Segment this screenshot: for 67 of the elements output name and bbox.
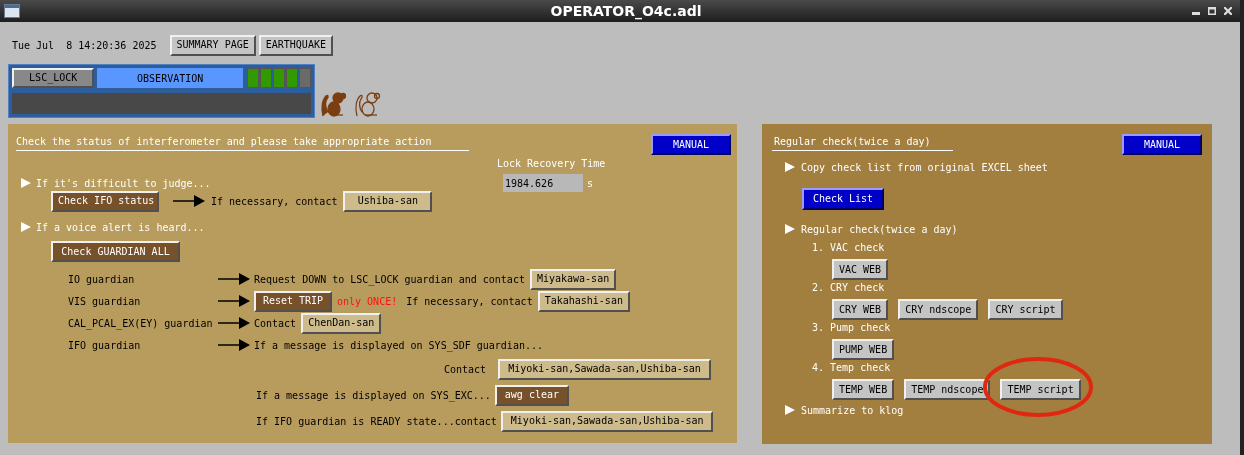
check-button[interactable]: TEMP script [1000,379,1081,401]
check-button[interactable]: CRY WEB [832,299,889,321]
instruction-text: If a message is displayed on SYS_EXC... [256,388,491,403]
guardian-label: IO guardian [68,272,136,287]
warning-text: only ONCE! [337,294,398,309]
window-menu-icon[interactable] [4,4,20,18]
triangle-bullet-icon [20,221,32,233]
instruction-text: Contact [254,316,297,331]
check-list-button[interactable]: Check List [802,188,884,210]
contact-button[interactable]: Takahashi-san [537,290,630,312]
guardian-label: CAL_PCAL_EX(EY) guardian [68,316,214,331]
check-button[interactable]: CRY script [988,299,1063,321]
contact-button[interactable]: Miyoki-san,Sawada-san,Ushiba-san [500,410,714,432]
step-text: If a voice alert is heard... [36,220,205,235]
check-button[interactable]: TEMP WEB [832,379,895,401]
unit-label: s [587,176,594,191]
step-text: If it's difficult to judge... [36,176,211,191]
triangle-bullet-icon [784,161,796,173]
reset-trip-button[interactable]: Reset TRIP [254,290,332,312]
state-display: OBSERVATION [97,68,243,88]
step-text: Copy check list from original EXCEL sheet [801,160,1048,175]
manual-button[interactable]: MANUAL [1122,134,1202,155]
check-button[interactable]: CRY ndscope [898,299,979,321]
check-label: 4. Temp check [812,361,892,375]
check-button[interactable]: PUMP WEB [832,339,895,361]
panel-title: Regular check(twice a day) [772,134,953,151]
maximize-icon[interactable] [1208,7,1216,15]
check-label: 3. Pump check [812,321,892,335]
arrow-icon [218,294,250,308]
nav-button[interactable]: SUMMARY PAGE [169,34,256,56]
triangle-bullet-icon [784,404,796,416]
arrow-icon [173,194,205,208]
contact-button[interactable]: Ushiba-san [343,190,433,212]
instruction-text: Contact [444,362,487,377]
contact-button[interactable]: Miyakawa-san [529,268,617,290]
triangle-bullet-icon [784,223,796,235]
guardian-label: IFO guardian [68,338,142,353]
instruction-text: If a message is displayed on SYS_SDF guardian... [254,338,543,353]
check-ifo-button[interactable]: Check IFO status [51,190,159,212]
arrow-icon [218,316,250,330]
step-text: Regular check(twice a day) [801,222,958,237]
check-button[interactable]: TEMP ndscope [904,379,991,401]
arrow-icon [218,272,250,286]
check-guardian-button[interactable]: Check GUARDIAN ALL [51,241,180,262]
awg-clear-button[interactable]: awg clear [494,384,569,406]
guardian-button[interactable]: LSC_LOCK [12,68,95,88]
check-label: 1. VAC check [812,241,886,255]
contact-button[interactable]: Miyoki-san,Sawada-san,Ushiba-san [498,358,711,380]
arrow-icon [218,338,250,352]
triangle-bullet-icon [20,177,32,189]
close-icon[interactable] [1224,7,1232,15]
manual-button[interactable]: MANUAL [651,134,731,155]
nav-button[interactable]: EARTHQUAKE [258,34,333,56]
contact-button[interactable]: ChenDan-san [301,312,382,334]
instruction-text: If IFO guardian is READY state...contact [256,414,497,429]
window-title: OPERATOR_O4c.adl [550,1,702,22]
lock-recovery-label: Lock Recovery Time [497,157,606,171]
instruction-text: Request DOWN to LSC_LOCK guardian and contact [254,272,525,287]
guardian-label: VIS guardian [68,294,142,309]
step-text: Summarize to klog [801,403,904,418]
check-button[interactable]: VAC WEB [832,259,889,281]
contact-note: If necessary, contact [211,194,338,209]
check-label: 2. CRY check [812,281,886,295]
date-time: Tue Jul 8 14:20:36 2025 [12,38,157,53]
instruction-text: If necessary, contact [406,294,533,309]
lock-recovery-value: 1984.626 [503,174,583,192]
panel-title: Check the status of interferometer and please take appropriate action [16,134,469,151]
